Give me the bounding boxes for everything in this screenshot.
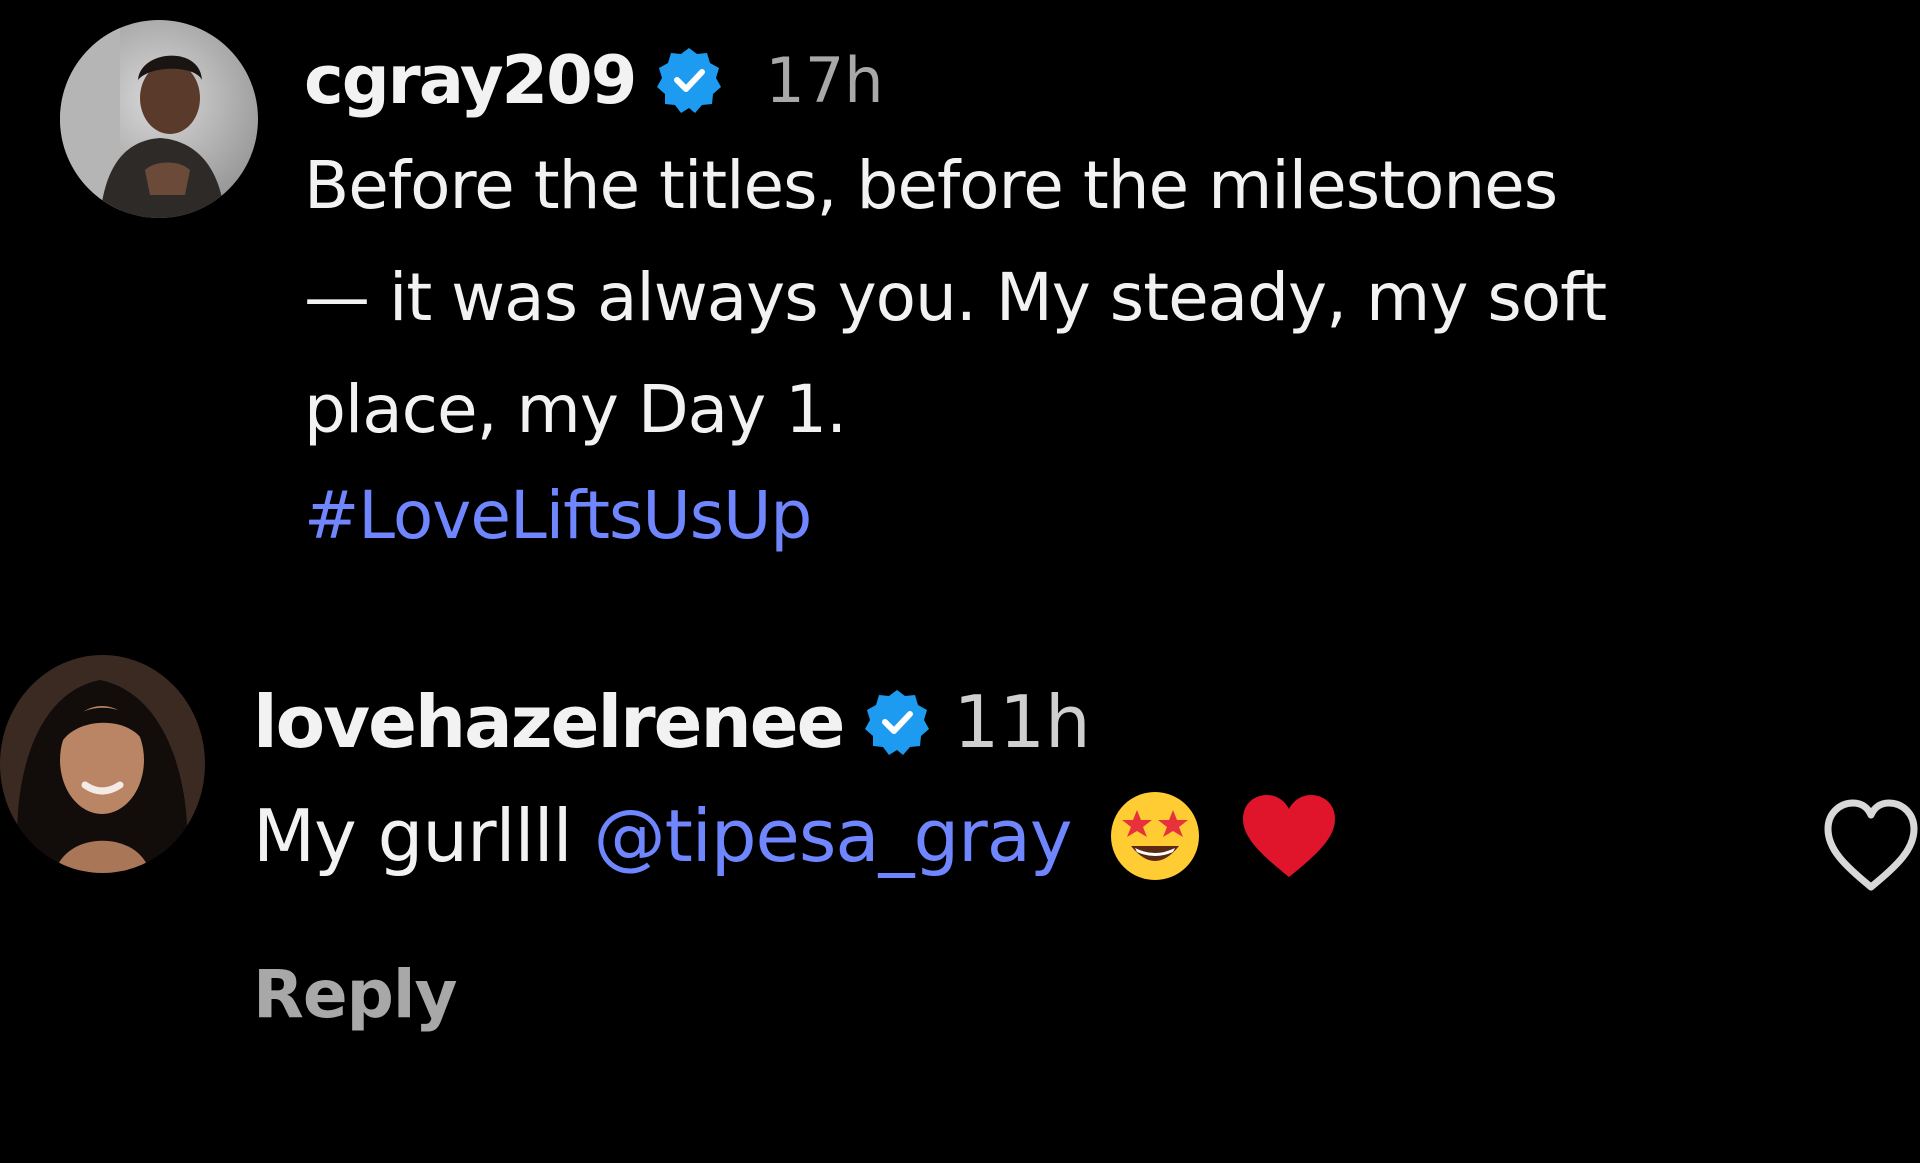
post-username[interactable]: cgray209 <box>304 41 637 119</box>
post-timestamp: 17h <box>765 43 884 117</box>
star-struck-emoji <box>1107 788 1203 884</box>
hashtag-link[interactable]: #LoveLiftsUsUp <box>304 466 1864 566</box>
comment-username[interactable]: lovehazelrenee <box>253 680 845 764</box>
comment-body: My gurllll <box>253 794 573 878</box>
caption-line: place, my Day 1. <box>304 371 847 448</box>
caption-text: Before the titles, before the milestones… <box>304 130 1864 466</box>
caption-line: Before the titles, before the milestones <box>304 147 1558 224</box>
heart-outline-icon[interactable] <box>1822 795 1920 895</box>
comment-text: My gurllll @tipesa_gray <box>253 776 1753 896</box>
reply-button[interactable]: Reply <box>253 956 457 1033</box>
verified-badge-icon <box>861 686 933 758</box>
red-heart-emoji <box>1239 791 1339 881</box>
avatar-lovehazelrenee[interactable] <box>0 655 205 873</box>
avatar-cgray209[interactable] <box>60 20 258 218</box>
caption-line: — it was always you. My steady, my soft <box>304 259 1607 336</box>
verified-badge-icon <box>653 44 725 116</box>
comment-timestamp: 11h <box>953 680 1091 764</box>
mention-link[interactable]: @tipesa_gray <box>594 776 1073 896</box>
